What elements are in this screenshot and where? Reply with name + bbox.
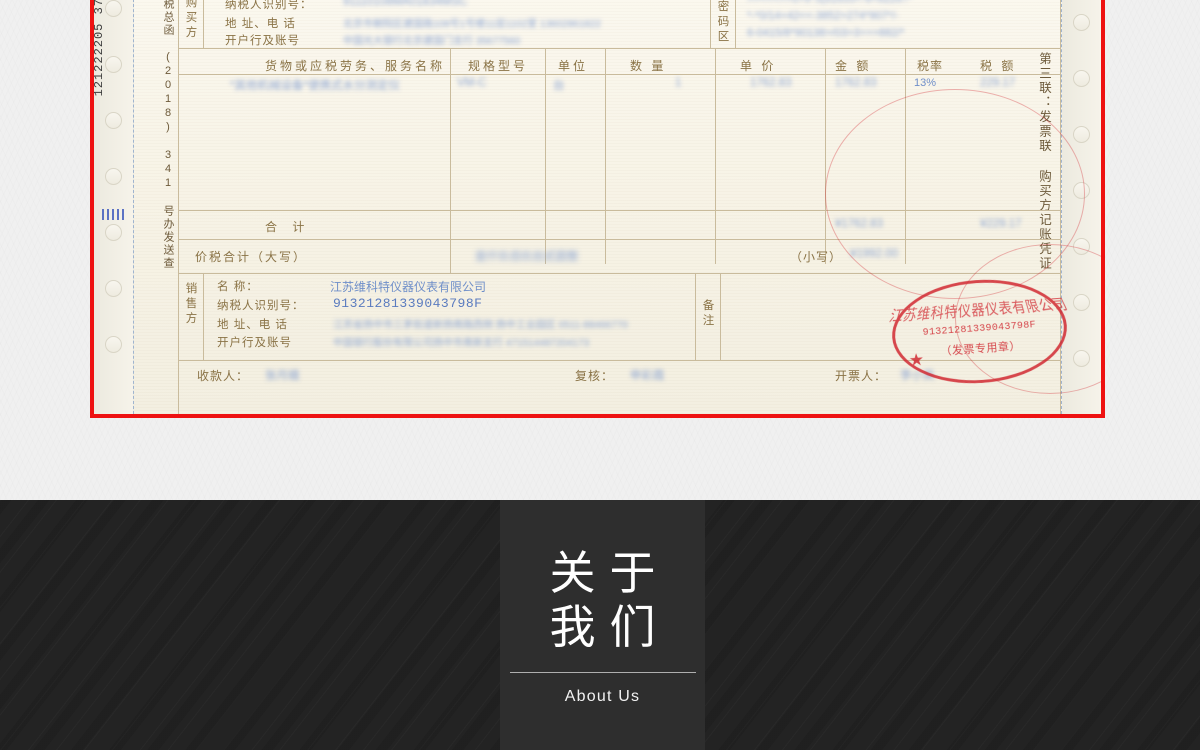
about-us-title-en: About Us (564, 688, 641, 705)
col-header-tax: 税 额 (980, 59, 1017, 73)
seller-name-value: 江苏维科特仪器仪表有限公司 (330, 280, 487, 294)
grand-total-label: 价税合计（大写） (195, 250, 308, 264)
rule (203, 273, 204, 360)
seller-taxid-value: 91321281339043798F (333, 296, 483, 311)
seller-address-value: 江苏省扬中市三茅街道新扬南路西侧 扬中工业园区 0511-88466770 (333, 320, 628, 331)
buyer-side-label: 购买方 (185, 0, 199, 39)
about-title-line-2: 我们 (549, 601, 670, 653)
page-background: 121222205 37 第三联：发票联 购买方记账凭证 税总函 (2018) … (0, 0, 1200, 500)
rule (450, 239, 451, 273)
item-unit: 台 (553, 80, 565, 92)
seller-bank-label: 开户行及账号 (217, 337, 292, 349)
col-header-price: 单 价 (740, 59, 777, 73)
invoice-issue-note: 税总函 (2018) 341 号办发送查 (162, 0, 174, 270)
seller-taxid-label: 纳税人识别号： (217, 300, 305, 312)
col-header-spec: 规格型号 (468, 59, 529, 73)
rule (178, 0, 179, 414)
seal-star-icon: ★ (908, 349, 925, 370)
buyer-bank-value: 中国光大银行北京建国门支行 35677560 (343, 36, 521, 47)
seal-tax-id: 91321281339043798F (922, 320, 1037, 339)
item-name: *其他机械设备*便携式水分测定仪 (230, 80, 400, 92)
about-title-line-1: 关于 (549, 547, 670, 599)
rule (710, 0, 711, 48)
item-price: 1762.83 (750, 77, 792, 89)
rule (203, 0, 204, 48)
invoice-content: 第三联：发票联 购买方记账凭证 税总函 (2018) 341 号办发送查 购买方… (135, 0, 1101, 414)
cipher-line-1: >><<<>>0>9*5(81655<-6<6226?* (747, 0, 913, 5)
sprocket-hole (105, 168, 122, 185)
footer-payee-value: 张月娥 (265, 370, 300, 382)
item-qty: 1 (675, 77, 682, 89)
sprocket-hole (105, 336, 122, 353)
cipher-side-label: 密码区 (717, 1, 731, 43)
item-tax-rate: 13% (914, 77, 937, 89)
invoice-serial-number: 121222205 37 (92, 0, 106, 97)
grand-total-digits-label: （小写） (790, 250, 843, 264)
rule (720, 273, 721, 360)
about-us-panel: 关于 我们 About Us (500, 500, 705, 750)
rule (450, 48, 451, 264)
item-tax: 229.17 (980, 77, 1016, 89)
seller-name-label: 名 称： (217, 281, 259, 293)
margin-barcode (102, 209, 126, 220)
col-header-name: 货物或应税劳务、服务名称 (265, 59, 446, 73)
total-row-label: 合 计 (265, 220, 311, 234)
buyer-taxid-value: 91110108MA01834MSC (343, 0, 468, 8)
col-header-taxrate: 税率 (917, 59, 944, 73)
item-spec: VM-C (457, 77, 487, 89)
seller-address-label: 地 址、电 话 (217, 319, 288, 331)
remark-label: 备注 (702, 300, 716, 327)
rule (695, 273, 696, 360)
invoice-left-margin: 121222205 37 (94, 0, 134, 414)
buyer-bank-label: 开户行及账号 (225, 35, 300, 47)
rule (178, 48, 1060, 49)
col-header-amount: 金 额 (835, 59, 872, 73)
footer-issuer-label: 开票人： (835, 369, 888, 383)
rule (825, 48, 826, 264)
rule (178, 74, 1060, 75)
sprocket-hole (105, 224, 122, 241)
seller-side-label: 销售方 (185, 283, 199, 325)
seller-bank-value: 中国银行股份有限公司扬中市南新支行 471514487204173 (333, 338, 590, 349)
col-header-qty: 数 量 (630, 59, 667, 73)
rule (605, 48, 606, 264)
sprocket-hole (105, 280, 122, 297)
sprocket-hole (1073, 126, 1090, 143)
cipher-line-3: 6-0415/8*90138>/03>3>>>882/* (747, 27, 905, 39)
sprocket-hole (105, 112, 122, 129)
about-us-divider (509, 672, 696, 673)
seal-type-label: （发票专用章） (940, 340, 1022, 358)
buyer-taxid-label: 纳税人识别号： (225, 0, 313, 11)
sprocket-hole (1073, 14, 1090, 31)
sprocket-hole (105, 0, 122, 17)
buyer-address-value: 北京市朝阳区建国路108号1号楼11层1102室 13602861822 (343, 19, 602, 30)
rule (715, 48, 716, 264)
invoice-image[interactable]: 121222205 37 第三联：发票联 购买方记账凭证 税总函 (2018) … (90, 0, 1105, 418)
about-us-section: 关于 我们 About Us (0, 500, 1200, 750)
sprocket-hole (1073, 70, 1090, 87)
footer-payee-label: 收款人： (197, 369, 250, 383)
cipher-line-2: *-*0/14+42<<-3852>274*907*/- (747, 10, 899, 22)
about-us-title-cn: 关于 我们 (536, 546, 670, 654)
grand-total-words: 壹仟玖佰玖拾贰圆整 (475, 251, 579, 263)
seal-company-name: 江苏维科特仪器仪表有限公司 (887, 295, 1071, 325)
buyer-address-label: 地 址、电 话 (225, 18, 296, 30)
sprocket-hole (105, 56, 122, 73)
footer-checker-label: 复核： (575, 369, 615, 383)
rule (545, 48, 546, 264)
footer-checker-value: 申彩霞 (630, 370, 665, 382)
rule (735, 0, 736, 48)
col-header-unit: 单位 (558, 59, 589, 73)
item-amount: 1762.83 (835, 77, 877, 89)
